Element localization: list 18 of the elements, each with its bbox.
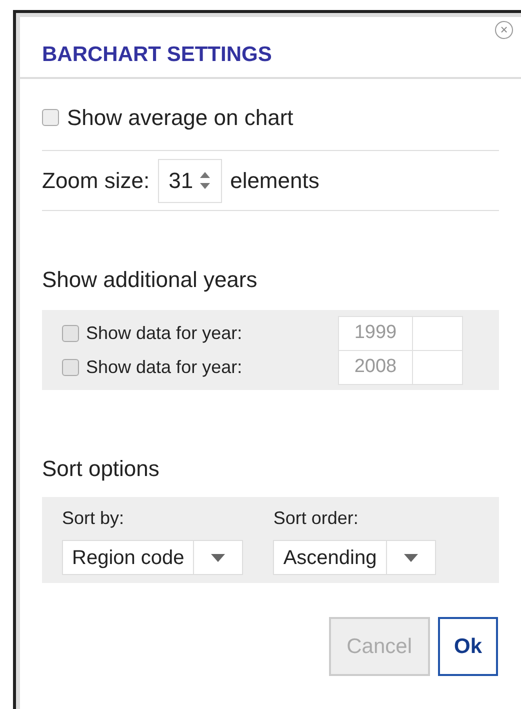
checkbox[interactable] [42,109,59,126]
unit-label: elements [230,167,320,195]
checkbox-label: Show data for year: [86,322,244,345]
field-label: Sort by: [62,507,126,530]
field-label: Sort order: [273,507,360,530]
section-heading: Sort options [42,455,160,483]
caret-icon [211,554,226,562]
dialog-button[interactable]: Ok [438,617,498,676]
checkbox-label: Show data for year: [86,356,244,379]
dropdown[interactable]: Ascending [273,540,436,575]
field-label: Zoom size: [42,167,150,195]
checkbox-label: Show average on chart [67,104,294,132]
section-heading: Show additional years [42,266,258,294]
caret-icon [404,554,418,562]
close-button[interactable]: × [495,21,513,39]
dialog-title: BARCHART SETTINGS [42,42,272,68]
zoom-size-spinner[interactable]: 31 [158,158,222,202]
dropdown[interactable]: Region code [62,540,244,575]
